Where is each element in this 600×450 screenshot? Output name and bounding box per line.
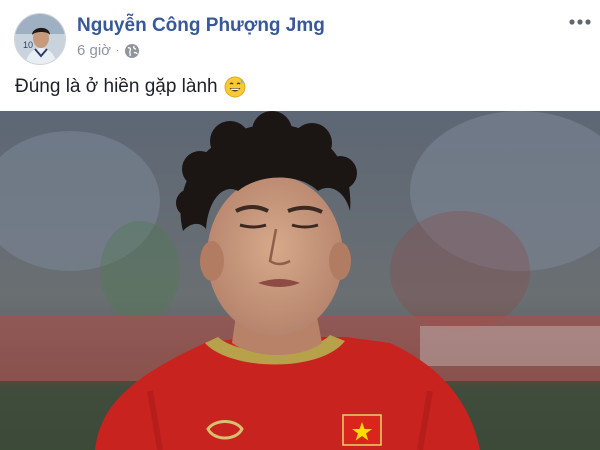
author-name-link[interactable]: Nguyễn Công Phượng Jmg <box>77 15 325 37</box>
grinning-sweat-emoji <box>224 76 246 98</box>
post-message: Đúng là ở hiền gặp lành <box>15 76 218 97</box>
post-meta: 6 giờ · <box>77 42 140 59</box>
post-text: Đúng là ở hiền gặp lành <box>15 76 246 98</box>
post-timestamp[interactable]: 6 giờ <box>77 42 111 59</box>
post-header: 10 Nguyễn Công Phượng Jmg 6 giờ · Đúng l… <box>0 0 600 110</box>
post-photo[interactable] <box>0 111 600 450</box>
svg-text:10: 10 <box>23 40 33 50</box>
meta-separator: · <box>116 45 120 56</box>
football-player-photo <box>0 111 600 450</box>
author-avatar[interactable]: 10 <box>14 13 66 65</box>
globe-icon[interactable] <box>124 43 140 59</box>
more-options-icon[interactable] <box>566 12 594 32</box>
avatar-image: 10 <box>15 14 65 64</box>
